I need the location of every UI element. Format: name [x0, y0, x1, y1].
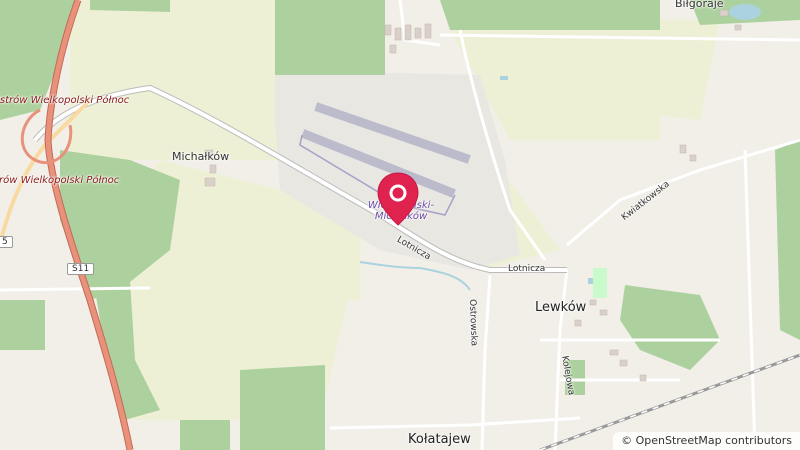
junction-label-north-top: Ostrów Wielkopolski Północ — [0, 95, 130, 106]
place-label-lewkow: Lewków — [535, 300, 587, 315]
map-canvas[interactable]: Biłgoraje Michałków Lewków Kołatajew Ost… — [0, 0, 800, 450]
street-label-ostrowska: Ostrowska — [467, 299, 479, 347]
place-label-bilgoraje: Biłgoraje — [675, 0, 724, 10]
place-label-kolatajew: Kołatajew — [408, 432, 471, 447]
street-label-lotnicza-east: Lotnicza — [508, 264, 546, 274]
junction-label-north-mid: Ostrów Wielkopolski Północ — [0, 175, 120, 186]
map-attribution[interactable]: © OpenStreetMap contributors — [613, 432, 800, 450]
road-shield-edge: 5 — [0, 236, 13, 248]
place-label-michalkow: Michałków — [172, 150, 230, 163]
map-pin-icon[interactable] — [375, 171, 421, 227]
green-area-lewkow — [593, 268, 607, 298]
road-shield-s11: S11 — [67, 263, 95, 275]
